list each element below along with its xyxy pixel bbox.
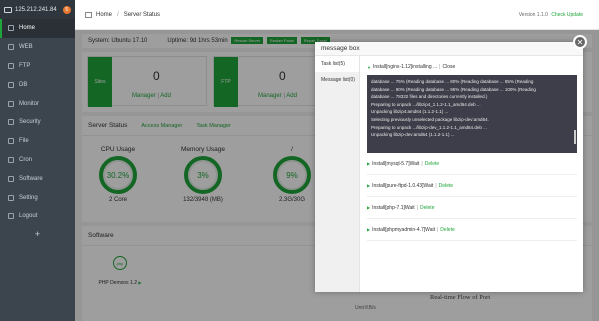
gear-icon	[8, 194, 14, 201]
sidebar-item-label: File	[19, 138, 29, 145]
sidebar-header: 125.212.241.84 5	[0, 0, 75, 19]
sidebar-item-label: Security	[19, 119, 41, 126]
add-shortcut-button[interactable]: +	[0, 229, 75, 239]
expand-icon: ▶	[367, 183, 371, 188]
queue-separator: |	[435, 182, 437, 189]
home-icon	[8, 25, 14, 32]
console-line: database ... 78332 files and directories…	[371, 94, 488, 100]
sidebar-item-label: Logout	[19, 213, 38, 220]
task-list: ▼ Install[nginx-1.12]installing ... | Cl…	[367, 64, 577, 288]
monitor-icon	[8, 100, 14, 107]
sidebar-item-label: Cron	[19, 156, 33, 163]
console-line: Unpacking libzip-dev:amd64 (1.1.2-1.1) .…	[371, 132, 455, 138]
ftp-icon	[8, 62, 14, 69]
sidebar-item-db[interactable]: DB	[0, 75, 75, 94]
expand-icon: ▶	[367, 205, 371, 210]
console-line: Unpacking libzip4:amd64 (1.1.2-1.1) ...	[371, 109, 449, 115]
database-icon	[8, 81, 14, 88]
queue-separator: |	[421, 160, 423, 167]
close-icon[interactable]: ✕	[573, 35, 587, 49]
message-box-modal: message box ✕ Task list(5) Message list(…	[315, 35, 587, 292]
console-line: Selecting previously unselected package …	[371, 116, 489, 122]
topbar: Home / Server Status Version 1.1.0 Check…	[75, 0, 599, 30]
notification-badge[interactable]: 5	[62, 5, 71, 14]
tab-task-list[interactable]: Task list(5)	[315, 56, 359, 72]
modal-tabs: Task list(5) Message list(0)	[315, 56, 360, 292]
folder-icon	[8, 138, 14, 145]
sidebar-item-monitor[interactable]: Monitor	[0, 94, 75, 113]
check-update-link[interactable]: Check Update	[551, 12, 583, 18]
clock-icon	[8, 156, 14, 163]
console-scrollbar[interactable]	[574, 130, 576, 144]
tab-message-list[interactable]: Message list(0)	[315, 72, 359, 88]
expand-icon: ▶	[367, 161, 371, 166]
home-icon	[85, 11, 92, 18]
queue-separator: |	[436, 226, 439, 233]
sidebar-item-label: FTP	[19, 62, 31, 69]
sidebar-item-web[interactable]: WEB	[0, 38, 75, 57]
delete-link[interactable]: Delete	[425, 161, 439, 167]
delete-link[interactable]: Delete	[439, 183, 453, 189]
sidebar-item-cron[interactable]: Cron	[0, 151, 75, 170]
queue-item-label: Install[pure-ftpd-1.0.43]Wait	[372, 182, 434, 189]
version-label: Version 1.1.0	[518, 11, 548, 18]
queue-separator: |	[416, 204, 419, 211]
sidebar-item-label: Setting	[19, 194, 38, 201]
expand-icon: ▼	[367, 64, 371, 70]
queue-item-label: Install[phpmyadmin-4.7]Wait	[372, 226, 435, 233]
delete-link[interactable]: Delete	[420, 205, 434, 211]
monitor-icon	[4, 6, 12, 13]
globe-icon	[8, 44, 14, 51]
breadcrumb-current: Server Status	[123, 11, 161, 18]
queue-item-php: ▶ Install[php-7.1]Wait | Delete	[367, 197, 577, 219]
shield-icon	[8, 119, 14, 126]
sidebar-item-home[interactable]: Home	[0, 19, 75, 38]
queue-item-mysql: ▶ Install[mysql-5.7]Wait | Delete	[367, 153, 577, 175]
version-info: Version 1.1.0 Check Update	[519, 12, 583, 18]
sidebar-item-label: Home	[19, 25, 36, 32]
sidebar-item-security[interactable]: Security	[0, 113, 75, 132]
install-console[interactable]: database ... 75% (Reading database ... 8…	[367, 75, 577, 153]
queue-item-phpmyadmin: ▶ Install[phpmyadmin-4.7]Wait | Delete	[367, 219, 577, 241]
server-ip: 125.212.241.84	[15, 6, 57, 13]
task-separator: |	[439, 64, 441, 70]
breadcrumb-separator: /	[117, 11, 119, 18]
sidebar-item-label: Software	[19, 175, 43, 182]
sidebar: 125.212.241.84 5 Home WEB FTP DB Monitor…	[0, 0, 75, 321]
queue-item-label: Install[mysql-5.7]Wait	[372, 160, 420, 167]
sidebar-item-software[interactable]: Software	[0, 169, 75, 188]
sidebar-item-setting[interactable]: Setting	[0, 188, 75, 207]
logout-icon	[8, 213, 14, 220]
current-task-label: Install[nginx-1.12]installing ...	[372, 64, 438, 70]
sidebar-item-label: Monitor	[19, 100, 40, 107]
expand-icon: ▶	[367, 227, 371, 232]
console-line: database ... 90% (Reading database ... 9…	[371, 86, 536, 92]
queue-item-label: Install[php-7.1]Wait	[372, 204, 415, 211]
console-line: Preparing to unpack .../libzip4_1.1.2-1.…	[371, 101, 481, 107]
sidebar-item-file[interactable]: File	[0, 132, 75, 151]
queue-item-pure-ftpd: ▶ Install[pure-ftpd-1.0.43]Wait | Delete	[367, 175, 577, 197]
modal-title: message box	[315, 42, 583, 56]
delete-link[interactable]: Delete	[440, 227, 454, 233]
sidebar-item-label: WEB	[19, 44, 33, 51]
sidebar-item-logout[interactable]: Logout	[0, 207, 75, 226]
sidebar-item-ftp[interactable]: FTP	[0, 57, 75, 76]
current-task: ▼ Install[nginx-1.12]installing ... | Cl…	[367, 64, 577, 70]
console-line: database ... 75% (Reading database ... 8…	[371, 79, 534, 84]
console-line: Preparing to unpack .../libzip-dev_1.1.2…	[371, 124, 487, 130]
grid-icon	[8, 175, 14, 182]
task-close-link[interactable]: Close	[442, 64, 455, 70]
breadcrumb-home[interactable]: Home	[96, 12, 112, 18]
sidebar-item-label: DB	[19, 81, 28, 88]
